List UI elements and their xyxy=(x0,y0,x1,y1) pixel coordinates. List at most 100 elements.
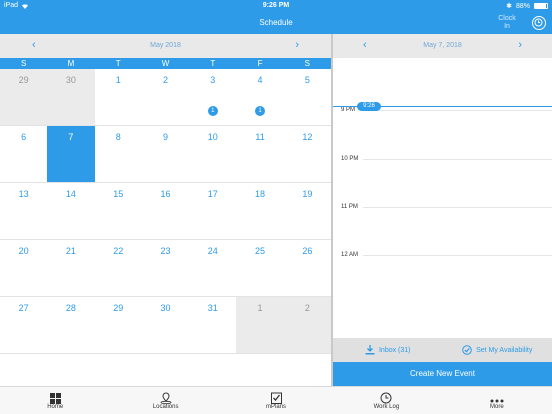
tab-label: mPlans xyxy=(266,404,287,410)
day-number: 3 xyxy=(210,75,216,85)
calendar-day[interactable]: 20 xyxy=(0,240,47,296)
day-number: 8 xyxy=(115,132,121,142)
availability-label: Set My Availability xyxy=(476,346,533,354)
day-number: 7 xyxy=(68,132,74,142)
day-number: 30 xyxy=(160,303,171,313)
inbox-button[interactable]: Inbox (31) xyxy=(333,338,443,362)
calendar-day[interactable]: 21 xyxy=(47,240,94,296)
day-number: 29 xyxy=(18,75,29,85)
day-number: 16 xyxy=(160,189,171,199)
day-number: 20 xyxy=(18,246,29,256)
hour-line xyxy=(363,159,552,160)
battery-percent: 88% xyxy=(515,2,530,10)
calendar-day[interactable]: 2 xyxy=(142,69,189,125)
calendar-day[interactable]: 17 xyxy=(189,183,236,239)
calendar-day[interactable]: 15 xyxy=(95,183,142,239)
tab-bar: Home Locations mPlans Work Log More xyxy=(0,386,552,414)
calendar-week: 20 21 22 23 24 25 26 xyxy=(0,240,331,297)
calendar-week: 27 28 29 30 31 1 2 xyxy=(0,297,331,354)
tab-more[interactable]: More xyxy=(442,387,552,414)
tab-label: More xyxy=(489,404,504,410)
clock-icon[interactable] xyxy=(532,16,546,30)
calendar-day[interactable]: 1 xyxy=(95,69,142,125)
action-bar: Inbox (31) Set My Availability xyxy=(333,338,552,362)
check-circle-icon xyxy=(462,345,472,355)
calendar-grid: 29 30 1 2 3 1 4 1 5 6 7 8 9 10 11 12 13 14 15 16 17 18 19 20 21 2… xyxy=(0,69,331,354)
month-header: ‹ May 2018 › xyxy=(0,34,331,58)
day-view: ‹ May 7, 2018 › 9 PM 10 PM 11 PM 12 AM 9… xyxy=(333,34,552,386)
calendar-day[interactable]: 2 xyxy=(283,297,331,353)
clock-in-button[interactable]: Clock In xyxy=(496,15,518,31)
calendar-day[interactable]: 31 xyxy=(189,297,236,353)
weekday-label: T xyxy=(210,59,216,68)
day-number: 26 xyxy=(302,246,313,256)
day-number: 1 xyxy=(257,303,263,313)
day-number: 22 xyxy=(113,246,124,256)
calendar-day[interactable]: 12 xyxy=(284,126,331,182)
calendar-day[interactable]: 19 xyxy=(284,183,331,239)
calendar-day-selected[interactable]: 7 xyxy=(47,126,95,182)
calendar-day[interactable]: 13 xyxy=(0,183,47,239)
calendar-day[interactable]: 6 xyxy=(0,126,47,182)
calendar-day[interactable]: 22 xyxy=(95,240,142,296)
clock-icon xyxy=(380,392,392,404)
calendar-day[interactable]: 8 xyxy=(95,126,142,182)
nav-bar: Schedule Clock In xyxy=(0,12,552,34)
calendar-day[interactable]: 11 xyxy=(236,126,283,182)
calendar-day[interactable]: 41 xyxy=(236,69,283,125)
hour-label: 9 PM xyxy=(341,107,356,113)
create-event-button[interactable]: Create New Event xyxy=(333,362,552,386)
calendar-day[interactable]: 31 xyxy=(189,69,236,125)
calendar-day[interactable]: 29 xyxy=(0,69,48,125)
day-number: 10 xyxy=(207,132,218,142)
day-number: 1 xyxy=(115,75,121,85)
calendar-week: 6 7 8 9 10 11 12 xyxy=(0,126,331,183)
calendar-day[interactable]: 25 xyxy=(236,240,283,296)
hour-line xyxy=(363,110,552,111)
calendar-day[interactable]: 30 xyxy=(47,69,95,125)
calendar-day[interactable]: 28 xyxy=(47,297,94,353)
day-number: 21 xyxy=(65,246,76,256)
calendar-day[interactable]: 14 xyxy=(47,183,94,239)
checklist-icon xyxy=(270,392,282,404)
set-availability-button[interactable]: Set My Availability xyxy=(443,338,552,362)
weekday-header: SMTWTFS xyxy=(0,58,331,69)
day-number: 2 xyxy=(304,303,310,313)
calendar-day[interactable]: 16 xyxy=(142,183,189,239)
tab-work-log[interactable]: Work Log xyxy=(331,387,441,414)
day-number: 27 xyxy=(18,303,29,313)
calendar-day[interactable]: 26 xyxy=(284,240,331,296)
next-month-chevron-icon[interactable]: › xyxy=(295,39,299,51)
calendar-day[interactable]: 10 xyxy=(189,126,236,182)
calendar-day[interactable]: 1 xyxy=(236,297,284,353)
day-number: 14 xyxy=(65,189,76,199)
next-day-chevron-icon[interactable]: › xyxy=(518,39,522,51)
hour-label: 12 AM xyxy=(341,252,359,258)
calendar-day[interactable]: 23 xyxy=(142,240,189,296)
calendar-day[interactable]: 18 xyxy=(236,183,283,239)
calendar-day[interactable]: 24 xyxy=(189,240,236,296)
location-pin-icon xyxy=(160,392,172,404)
hour-label: 11 PM xyxy=(341,204,358,210)
day-number: 12 xyxy=(302,132,313,142)
day-number: 5 xyxy=(304,75,310,85)
tab-locations[interactable]: Locations xyxy=(110,387,220,414)
event-count-badge: 1 xyxy=(255,106,266,116)
day-number: 4 xyxy=(257,75,263,85)
day-number: 11 xyxy=(255,132,265,142)
page-title: Schedule xyxy=(259,18,293,27)
calendar-day[interactable]: 30 xyxy=(142,297,189,353)
tab-home[interactable]: Home xyxy=(0,387,110,414)
grid-icon xyxy=(49,393,61,404)
calendar-day[interactable]: 27 xyxy=(0,297,47,353)
weekday-label: S xyxy=(304,59,310,68)
calendar-day[interactable]: 5 xyxy=(284,69,331,125)
day-timeline[interactable]: 9 PM 10 PM 11 PM 12 AM 9:26 xyxy=(333,58,552,338)
calendar-day[interactable]: 9 xyxy=(142,126,189,182)
event-count-badge: 1 xyxy=(207,106,218,116)
calendar-day[interactable]: 29 xyxy=(95,297,142,353)
download-icon xyxy=(365,345,375,355)
bluetooth-icon: ✱ xyxy=(506,3,512,10)
month-calendar: ‹ May 2018 › SMTWTFS 29 30 1 2 3 1 4 1 5 6 7 8 9 10 11… xyxy=(0,34,331,354)
tab-mplans[interactable]: mPlans xyxy=(221,387,331,414)
